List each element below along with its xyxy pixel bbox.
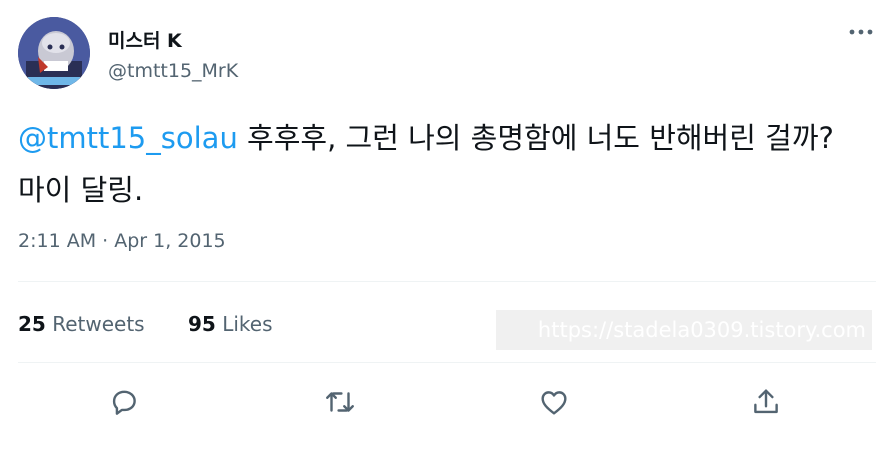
- share-icon: [754, 389, 778, 414]
- more-icon: [849, 29, 873, 35]
- tweet-text: @tmtt15_solau 후후후, 그런 나의 총명함에 너도 반해버린 걸까…: [18, 112, 868, 216]
- tweet-timestamp[interactable]: 2:11 AM · Apr 1, 2015: [18, 230, 226, 252]
- more-button[interactable]: [846, 22, 876, 42]
- divider: [18, 362, 876, 363]
- reply-button[interactable]: [104, 382, 144, 422]
- share-button[interactable]: [746, 382, 786, 422]
- mention-link[interactable]: @tmtt15_solau: [18, 121, 238, 155]
- avatar-image: [18, 17, 90, 89]
- avatar[interactable]: [18, 17, 90, 89]
- reply-icon: [112, 390, 136, 415]
- retweet-icon: [326, 392, 354, 412]
- watermark: https://stadela0309.tistory.com: [496, 310, 872, 350]
- retweets-count: 25: [18, 312, 46, 336]
- like-icon: [541, 391, 567, 415]
- display-name[interactable]: 미스터 K: [108, 26, 182, 53]
- likes-stat[interactable]: 95 Likes: [188, 312, 273, 336]
- retweet-button[interactable]: [320, 382, 360, 422]
- divider: [18, 281, 876, 282]
- likes-count: 95: [188, 312, 216, 336]
- like-button[interactable]: [534, 382, 574, 422]
- retweets-stat[interactable]: 25 Retweets: [18, 312, 145, 336]
- user-handle[interactable]: @tmtt15_MrK: [108, 60, 238, 82]
- retweets-label: Retweets: [52, 312, 145, 336]
- likes-label: Likes: [222, 312, 273, 336]
